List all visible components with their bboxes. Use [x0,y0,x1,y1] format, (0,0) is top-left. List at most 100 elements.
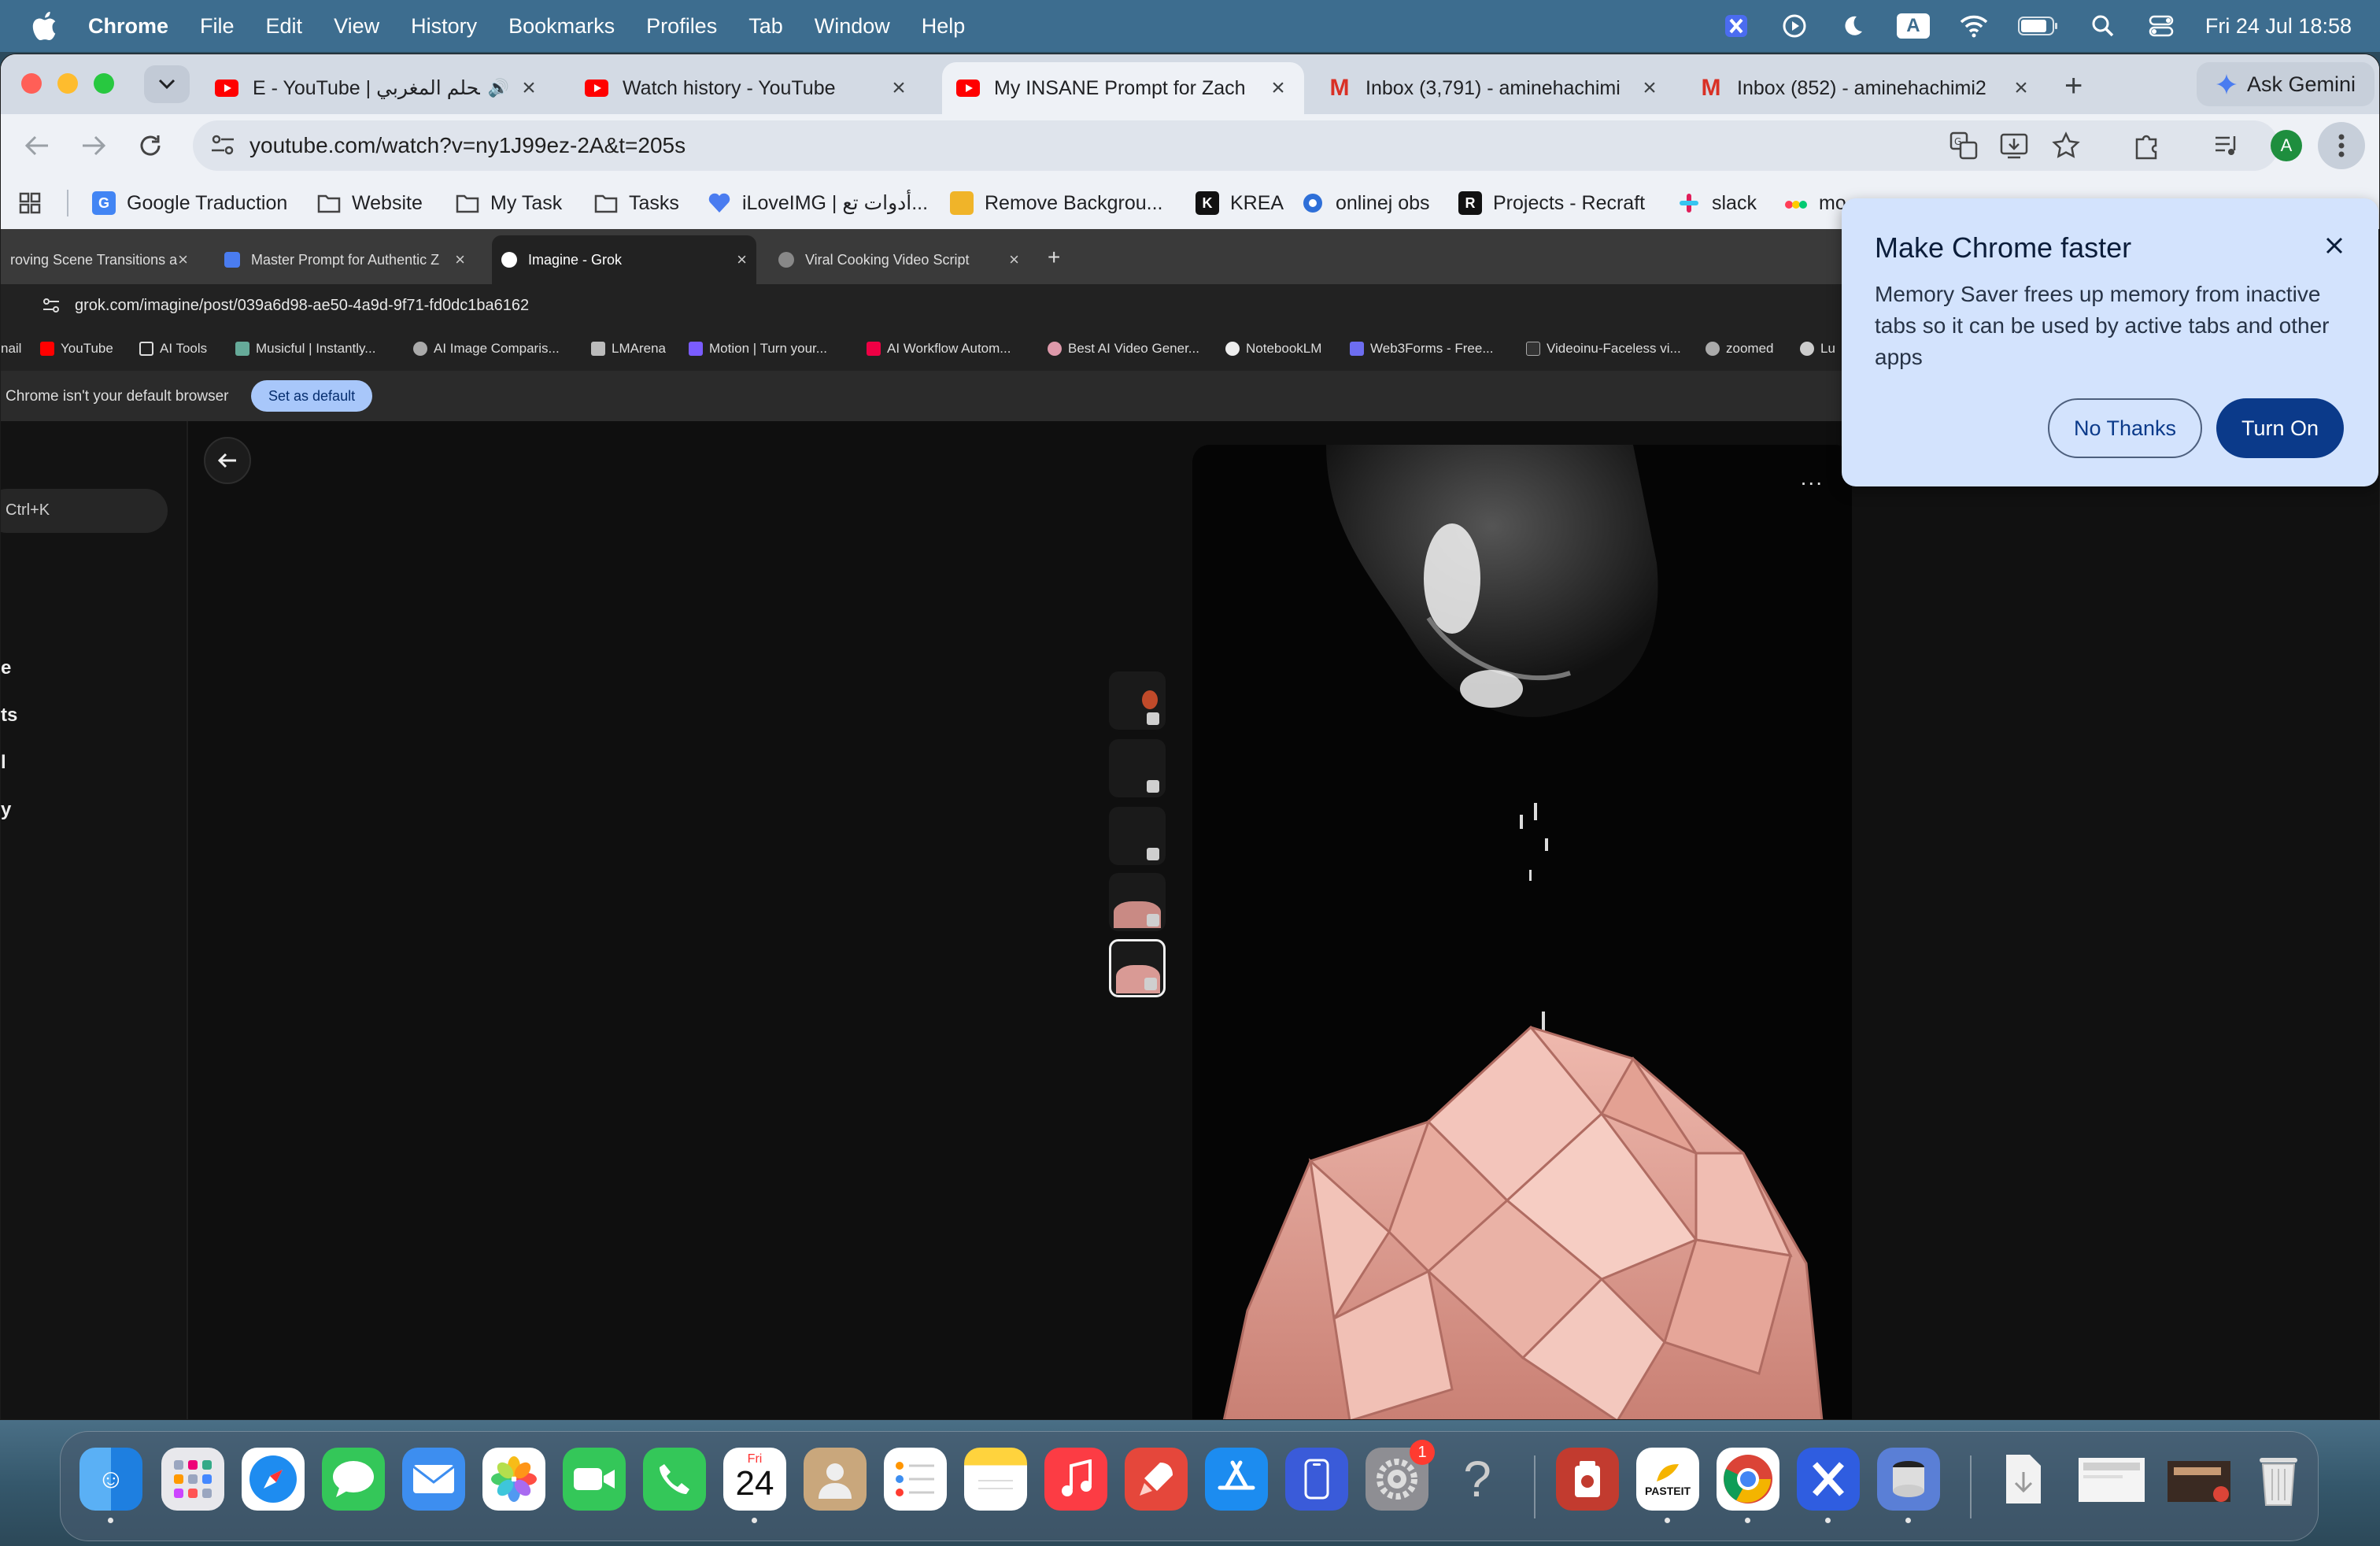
bookmark-onlinej-obs[interactable]: onlinej obs [1301,177,1430,229]
tab-inbox-3791[interactable]: M Inbox (3,791) - aminehachimi × [1314,62,1676,114]
forward-arrow-icon[interactable] [75,127,113,165]
menu-help[interactable]: Help [922,14,966,39]
tab-my-insane-prompt[interactable]: My INSANE Prompt for Zach × [942,62,1304,114]
video-gen-icon [1048,342,1062,356]
inner-bookmark-label: Lu [1820,341,1835,356]
bookmark-iloveimg[interactable]: iLoveIMG | أدوات تع... [708,177,928,229]
menu-window[interactable]: Window [815,14,890,39]
video-inner-default-browser-bar: Chrome isn't your default browser Set as… [1,371,1842,421]
tab-search-button[interactable] [144,65,190,103]
address-bar-url[interactable]: youtube.com/watch?v=ny1J99ez-2A&t=205s [249,133,686,158]
play-circle-icon[interactable] [1780,12,1809,40]
launchpad-icon[interactable] [161,1448,224,1511]
apps-grid-icon[interactable] [18,177,42,229]
menu-app-chrome[interactable]: Chrome [88,14,168,39]
close-tab-icon[interactable]: × [517,75,541,102]
system-settings-icon[interactable]: 1 [1366,1440,1435,1511]
close-icon[interactable] [2322,233,2347,258]
bookmark-my-task[interactable]: My Task [456,177,562,229]
bookmark-tasks[interactable]: Tasks [594,177,679,229]
pasteit-icon[interactable]: PASTEIT [1636,1448,1699,1523]
facetime-icon[interactable] [563,1448,626,1511]
translate-icon[interactable]: G [1949,131,1978,164]
menu-tab[interactable]: Tab [748,14,783,39]
menu-profiles[interactable]: Profiles [646,14,717,39]
tab-watch-history[interactable]: Watch history - YouTube × [571,62,925,114]
battery-icon[interactable] [2017,12,2059,40]
rocket-app-icon[interactable] [1125,1448,1188,1511]
chrome-dock-icon[interactable] [1717,1448,1779,1523]
apple-logo-icon[interactable] [31,11,58,41]
photos-icon[interactable] [482,1448,545,1511]
screenshot-stack-icon[interactable] [2072,1448,2151,1511]
safari-icon[interactable] [242,1448,305,1511]
help-question-icon[interactable]: ? [1446,1448,1509,1511]
bookmark-projects-recraft[interactable]: R Projects - Recraft [1458,177,1645,229]
trash-icon[interactable] [2247,1448,2310,1511]
close-tab-icon[interactable]: × [887,75,911,102]
address-bar[interactable]: youtube.com/watch?v=ny1J99ez-2A&t=205s G [193,120,2278,171]
input-source-icon[interactable]: A [1896,13,1930,39]
app-x-dock-icon[interactable] [1797,1448,1860,1523]
extensions-puzzle-icon[interactable] [2131,130,2162,161]
phone-icon[interactable] [643,1448,706,1511]
control-center-icon[interactable] [2147,12,2175,40]
app-x-status-icon[interactable] [1722,12,1750,40]
tab-title: My INSANE Prompt for Zach [994,76,1246,99]
bookmark-remove-background[interactable]: Remove Backgrou... [950,177,1163,229]
tab-youtube-music[interactable]: E - YouTube | الحلم المغربي 🔊 × [201,62,555,114]
close-tab-icon[interactable]: × [2009,75,2033,102]
spotlight-search-icon[interactable] [2089,12,2117,40]
media-controls-icon[interactable] [2212,130,2244,161]
profile-avatar[interactable]: A [2271,130,2302,161]
bookmark-krea[interactable]: K KREA [1196,177,1284,229]
mail-icon[interactable] [402,1448,465,1511]
calendar-icon[interactable]: Fri 24 [723,1448,786,1523]
window-close-button[interactable] [21,73,42,94]
notes-icon[interactable] [964,1448,1027,1511]
archive-utility-icon[interactable] [1877,1448,1940,1523]
finder-icon[interactable]: ☺ [79,1448,142,1523]
reminders-icon[interactable] [884,1448,947,1511]
menu-view[interactable]: View [334,14,379,39]
contacts-icon[interactable] [804,1448,867,1511]
iphone-mirroring-icon[interactable] [1285,1448,1348,1511]
install-app-icon[interactable] [2000,131,2028,164]
obs-icon [1301,191,1325,215]
downloads-stack-icon[interactable] [1992,1448,2055,1511]
inner-bookmark: AI Image Comparis... [413,341,560,357]
bookmark-star-icon[interactable] [2052,131,2080,164]
new-tab-button[interactable]: + [2064,68,2082,104]
music-icon[interactable] [1044,1448,1107,1511]
no-thanks-button[interactable]: No Thanks [2048,398,2202,458]
recent-files-stack-icon[interactable] [2162,1448,2238,1511]
close-tab-icon[interactable]: × [1638,75,1661,102]
turn-on-button[interactable]: Turn On [2216,398,2344,458]
menu-file[interactable]: File [200,14,235,39]
chrome-menu-icon[interactable] [2318,122,2365,169]
tab-inbox-852[interactable]: M Inbox (852) - aminehachimi2 × [1685,62,2047,114]
reload-icon[interactable] [131,127,169,165]
moon-icon[interactable] [1839,12,1867,40]
messages-icon[interactable] [322,1448,385,1511]
ask-gemini-button[interactable]: Ask Gemini [2197,62,2375,106]
bookmark-mo[interactable]: mo [1784,177,1846,229]
grok-icon [501,252,517,268]
menu-bar-clock[interactable]: Fri 24 Jul 18:58 [2205,14,2352,39]
menu-history[interactable]: History [411,14,477,39]
lmarena-icon [591,342,605,356]
window-minimize-button[interactable] [57,73,78,94]
bookmark-google-traduction[interactable]: G Google Traduction [92,177,287,229]
bookmark-slack[interactable]: slack [1677,177,1757,229]
preview-trash-app-icon[interactable] [1556,1448,1619,1511]
menu-bookmarks[interactable]: Bookmarks [508,14,615,39]
site-info-icon[interactable] [210,133,235,161]
window-zoom-button[interactable] [94,73,114,94]
menu-edit[interactable]: Edit [266,14,303,39]
bookmark-website[interactable]: Website [317,177,423,229]
wifi-icon[interactable] [1960,12,1988,40]
speaker-icon[interactable]: 🔊 [488,78,509,98]
app-store-icon[interactable] [1205,1448,1268,1511]
back-arrow-icon[interactable] [18,127,56,165]
close-tab-icon[interactable]: × [1266,75,1290,102]
